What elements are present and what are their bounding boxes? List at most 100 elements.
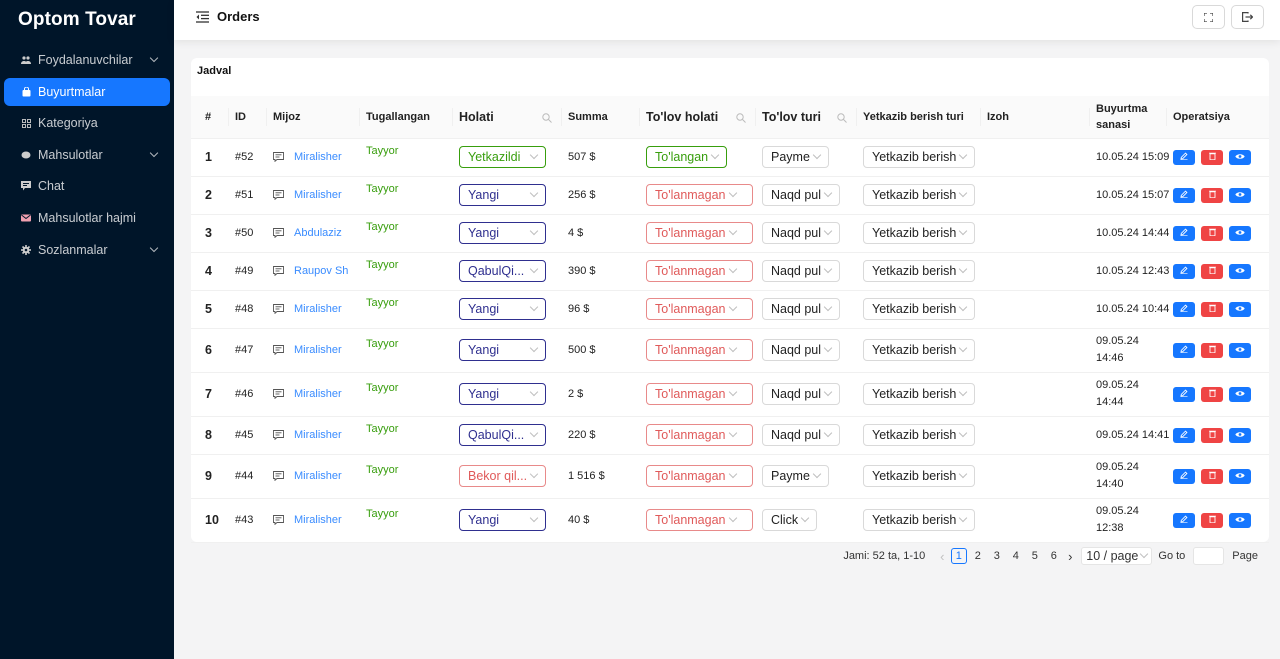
page-3-button[interactable]: 3 <box>989 548 1005 564</box>
payment-type-select[interactable]: Naqd pul <box>762 339 841 361</box>
sidebar-item-mahsulotlar[interactable]: Mahsulotlar <box>4 141 170 169</box>
payment-status-select[interactable]: To'lanmagan <box>646 260 753 282</box>
message-icon[interactable] <box>273 345 284 356</box>
message-icon[interactable] <box>273 266 284 277</box>
prev-page-button[interactable]: ‹ <box>935 549 949 564</box>
page-4-button[interactable]: 4 <box>1008 548 1024 564</box>
delivery-type-select[interactable]: Yetkazib berish <box>863 146 976 168</box>
payment-status-select[interactable]: To'lanmagan <box>646 298 753 320</box>
delivery-type-select[interactable]: Yetkazib berish <box>863 298 976 320</box>
order-status-select[interactable]: Yangi <box>459 222 546 244</box>
customer-link[interactable]: Miralisher <box>294 470 342 482</box>
sidebar-item-kategoriya[interactable]: Kategoriya <box>4 109 170 137</box>
delivery-type-select[interactable]: Yetkazib berish <box>863 424 976 446</box>
view-button[interactable] <box>1229 468 1251 484</box>
edit-button[interactable] <box>1173 301 1195 317</box>
view-button[interactable] <box>1229 512 1251 528</box>
order-status-select[interactable]: Yangi <box>459 184 546 206</box>
delivery-type-select[interactable]: Yetkazib berish <box>863 509 976 531</box>
payment-status-select[interactable]: To'lanmagan <box>646 184 753 206</box>
view-button[interactable] <box>1229 149 1251 165</box>
page-5-button[interactable]: 5 <box>1027 548 1043 564</box>
view-button[interactable] <box>1229 342 1251 358</box>
order-status-select[interactable]: Yangi <box>459 383 546 405</box>
delivery-type-select[interactable]: Yetkazib berish <box>863 339 976 361</box>
payment-status-filter-search-icon[interactable] <box>736 111 746 123</box>
message-icon[interactable] <box>273 515 284 526</box>
customer-link[interactable]: Miralisher <box>294 388 342 400</box>
customer-link[interactable]: Miralisher <box>294 344 342 356</box>
menu-fold-icon[interactable] <box>196 11 209 23</box>
view-button[interactable] <box>1229 263 1251 279</box>
payment-type-select[interactable]: Naqd pul <box>762 383 841 405</box>
goto-page-input[interactable] <box>1193 547 1225 565</box>
brand-logo[interactable]: Optom Tovar <box>0 0 174 40</box>
view-button[interactable] <box>1229 225 1251 241</box>
order-status-select[interactable]: QabulQi... <box>459 424 546 446</box>
delete-button[interactable] <box>1201 187 1223 203</box>
edit-button[interactable] <box>1173 263 1195 279</box>
message-icon[interactable] <box>273 152 284 163</box>
edit-button[interactable] <box>1173 225 1195 241</box>
payment-type-select[interactable]: Naqd pul <box>762 298 841 320</box>
customer-link[interactable]: Miralisher <box>294 514 342 526</box>
edit-button[interactable] <box>1173 468 1195 484</box>
delivery-type-select[interactable]: Yetkazib berish <box>863 184 976 206</box>
payment-status-select[interactable]: To'lanmagan <box>646 339 753 361</box>
delete-button[interactable] <box>1201 149 1223 165</box>
delete-button[interactable] <box>1201 468 1223 484</box>
customer-link[interactable]: Miralisher <box>294 189 342 201</box>
payment-status-select[interactable]: To'lanmagan <box>646 222 753 244</box>
delete-button[interactable] <box>1201 301 1223 317</box>
payment-type-select[interactable]: Payme <box>762 146 829 168</box>
payment-type-select[interactable]: Click <box>762 509 818 531</box>
message-icon[interactable] <box>273 190 284 201</box>
view-button[interactable] <box>1229 427 1251 443</box>
delivery-type-select[interactable]: Yetkazib berish <box>863 465 976 487</box>
order-status-select[interactable]: Yangi <box>459 339 546 361</box>
chevron-down-icon[interactable] <box>149 53 159 63</box>
edit-button[interactable] <box>1173 512 1195 528</box>
delete-button[interactable] <box>1201 263 1223 279</box>
customer-link[interactable]: Abdulaziz <box>294 227 342 239</box>
status-filter-search-icon[interactable] <box>542 111 552 123</box>
sidebar-item-buyurtmalar[interactable]: Buyurtmalar <box>4 77 170 106</box>
fullscreen-button[interactable] <box>1192 5 1225 29</box>
customer-link[interactable]: Raupov Sh <box>294 265 348 277</box>
payment-status-select[interactable]: To'lanmagan <box>646 424 753 446</box>
payment-type-select[interactable]: Naqd pul <box>762 222 841 244</box>
edit-button[interactable] <box>1173 342 1195 358</box>
delete-button[interactable] <box>1201 386 1223 402</box>
edit-button[interactable] <box>1173 187 1195 203</box>
customer-link[interactable]: Miralisher <box>294 151 342 163</box>
next-page-button[interactable]: › <box>1063 549 1077 564</box>
payment-status-select[interactable]: To'langan <box>646 146 728 168</box>
chevron-down-icon[interactable] <box>149 148 159 158</box>
page-6-button[interactable]: 6 <box>1046 548 1062 564</box>
view-button[interactable] <box>1229 187 1251 203</box>
edit-button[interactable] <box>1173 427 1195 443</box>
order-status-select[interactable]: Bekor qil... <box>459 465 546 487</box>
sidebar-item-foydalanuvchilar[interactable]: Foydalanuvchilar <box>4 46 170 74</box>
edit-button[interactable] <box>1173 149 1195 165</box>
delete-button[interactable] <box>1201 427 1223 443</box>
customer-link[interactable]: Miralisher <box>294 303 342 315</box>
payment-type-select[interactable]: Naqd pul <box>762 260 841 282</box>
payment-type-filter-search-icon[interactable] <box>837 111 847 123</box>
message-icon[interactable] <box>273 228 284 239</box>
order-status-select[interactable]: Yangi <box>459 509 546 531</box>
message-icon[interactable] <box>273 471 284 482</box>
edit-button[interactable] <box>1173 386 1195 402</box>
payment-status-select[interactable]: To'lanmagan <box>646 465 753 487</box>
sidebar-item-mahsulotlar-hajmi[interactable]: Mahsulotlar hajmi <box>4 204 170 232</box>
view-button[interactable] <box>1229 386 1251 402</box>
order-status-select[interactable]: Yangi <box>459 298 546 320</box>
view-button[interactable] <box>1229 301 1251 317</box>
payment-status-select[interactable]: To'lanmagan <box>646 383 753 405</box>
delete-button[interactable] <box>1201 225 1223 241</box>
sidebar-item-chat[interactable]: Chat <box>4 172 170 200</box>
order-status-select[interactable]: QabulQi... <box>459 260 546 282</box>
message-icon[interactable] <box>273 304 284 315</box>
customer-link[interactable]: Miralisher <box>294 429 342 441</box>
payment-type-select[interactable]: Payme <box>762 465 829 487</box>
